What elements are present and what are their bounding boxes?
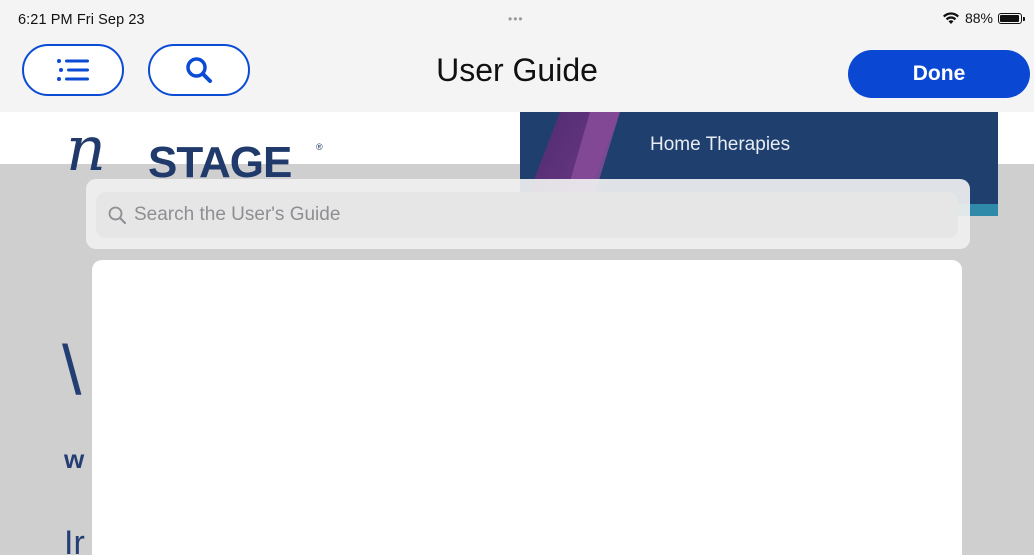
status-time: 6:21 PM Fri Sep 23 [18, 12, 145, 28]
search-results-panel [92, 260, 962, 555]
wifi-icon [942, 12, 959, 24]
multitasking-dots-icon[interactable]: ••• [508, 12, 524, 26]
guide-content: n STAGE ® Home Therapies \ w Ir Search t… [0, 112, 1034, 555]
magnifier-icon [108, 206, 126, 224]
done-button[interactable]: Done [848, 50, 1030, 98]
nav-bar: User Guide Done [0, 34, 1034, 112]
background-subheading-fragment: w [64, 444, 85, 474]
banner-text: Home Therapies [650, 134, 791, 155]
battery-percent: 88% [964, 10, 993, 26]
nxstage-logo-mark: n [66, 112, 106, 185]
background-heading-fragment: \ [62, 331, 82, 409]
search-placeholder: Search the User's Guide [134, 204, 341, 225]
status-right: 88% [942, 10, 1025, 26]
battery-icon [998, 12, 1025, 24]
registered-mark: ® [316, 142, 323, 152]
background-body-fragment: Ir [64, 524, 85, 555]
search-input[interactable]: Search the User's Guide [96, 192, 958, 238]
status-bar: 6:21 PM Fri Sep 23 ••• 88% [0, 0, 1034, 34]
